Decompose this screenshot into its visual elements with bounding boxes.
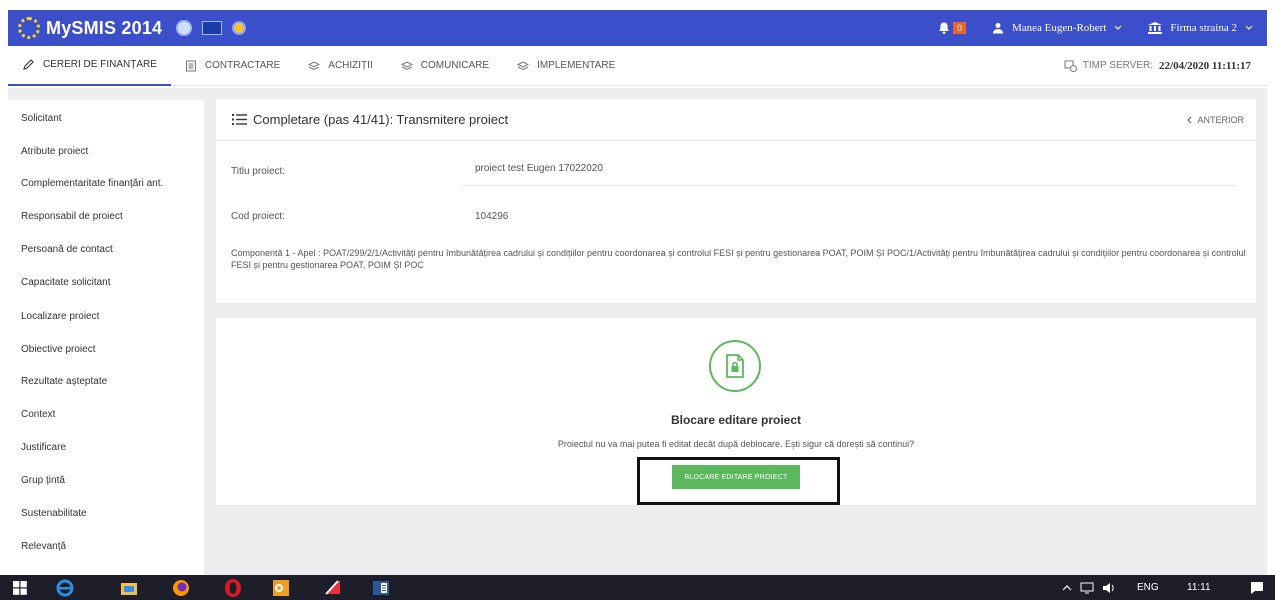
user-icon bbox=[993, 23, 1003, 34]
server-time-label: TIMP SERVER: bbox=[1082, 60, 1154, 71]
project-code-value: 104296 bbox=[475, 211, 509, 222]
server-time-value: 22/04/2020 11:11:17 bbox=[1159, 59, 1251, 72]
field-divider bbox=[462, 185, 1236, 186]
project-title-label: Titlu proiect: bbox=[231, 166, 286, 177]
windows-icon bbox=[13, 580, 27, 595]
app-icon bbox=[325, 579, 340, 595]
taskbar-ie[interactable] bbox=[52, 577, 78, 598]
taskbar-firefox[interactable] bbox=[168, 577, 194, 598]
sidebar-item-obiective[interactable]: Obiective proiect bbox=[21, 344, 95, 355]
tab-achizitii[interactable]: ACHIZIȚII bbox=[294, 46, 386, 86]
user-name: Manea Eugen-Robert bbox=[1012, 22, 1107, 34]
word-icon bbox=[373, 580, 389, 595]
taskbar-explorer[interactable] bbox=[116, 577, 142, 598]
lock-title: Blocare editare proiect bbox=[670, 413, 802, 427]
server-time: TIMP SERVER: 22/04/2020 11:11:17 bbox=[1064, 60, 1251, 72]
taskbar: ENG 11:11 bbox=[0, 575, 1275, 600]
opera-icon bbox=[225, 578, 241, 597]
bank-icon bbox=[1148, 22, 1163, 34]
sidebar: Solicitant Atribute proiect Complementar… bbox=[8, 100, 204, 575]
theme-icon[interactable] bbox=[232, 21, 247, 35]
project-title-value: proiect test Eugen 17022020 bbox=[475, 163, 603, 174]
start-button[interactable] bbox=[10, 577, 30, 598]
info-circle-icon[interactable] bbox=[176, 20, 193, 36]
screen: MySMIS 2014 0 Manea Eugen-Robert Firma s… bbox=[0, 0, 1275, 600]
tab-label: ACHIZIȚII bbox=[328, 60, 373, 71]
sidebar-item-justificare[interactable]: Justificare bbox=[21, 442, 66, 453]
previous-button[interactable]: ANTERIOR bbox=[1186, 115, 1244, 125]
sidebar-item-rezultate[interactable]: Rezultate așteptate bbox=[21, 376, 107, 387]
layers-icon bbox=[308, 60, 321, 70]
taskbar-opera[interactable] bbox=[220, 577, 246, 598]
notification-count-badge: 0 bbox=[952, 22, 966, 34]
highlight-box bbox=[637, 457, 840, 505]
component-description: Componentă 1 - Apel : POAT/299/2/1/Activ… bbox=[231, 248, 1246, 270]
sidebar-item-complementaritate[interactable]: Complementaritate finanțări ant. bbox=[21, 178, 163, 189]
main-navigation: CERERI DE FINANȚARE CONTRACTARE ACHIZIȚI… bbox=[8, 46, 1267, 86]
lock-description: Proiectul nu va mai putea fi editat decâ… bbox=[557, 439, 915, 449]
previous-label: ANTERIOR bbox=[1197, 114, 1244, 125]
sidebar-item-persoana-contact[interactable]: Persoană de contact bbox=[21, 244, 113, 255]
lock-file-icon bbox=[709, 340, 761, 392]
network-icon[interactable] bbox=[1080, 582, 1094, 594]
app-header: MySMIS 2014 0 Manea Eugen-Robert Firma s… bbox=[8, 10, 1267, 46]
pencil-icon bbox=[23, 59, 34, 70]
user-menu[interactable]: Manea Eugen-Robert bbox=[992, 22, 1122, 34]
sidebar-item-capacitate[interactable]: Capacitate solicitant bbox=[21, 277, 111, 288]
chevron-down-icon bbox=[1114, 25, 1122, 30]
sidebar-item-context[interactable]: Context bbox=[21, 409, 55, 420]
speaker-icon[interactable] bbox=[1102, 582, 1116, 594]
firm-selector[interactable]: Firma straina 2 bbox=[1148, 22, 1253, 34]
card-header: Completare (pas 41/41): Transmitere proi… bbox=[216, 99, 1256, 141]
eu-stars-icon bbox=[18, 17, 40, 39]
notification-center-button[interactable] bbox=[1247, 577, 1267, 598]
layers-icon bbox=[517, 60, 530, 70]
firefox-icon bbox=[173, 579, 189, 596]
app-title: MySMIS 2014 bbox=[46, 17, 163, 38]
tab-label: COMUNICARE bbox=[420, 60, 490, 71]
list-icon bbox=[232, 114, 247, 125]
tab-contractare[interactable]: CONTRACTARE bbox=[171, 46, 294, 86]
project-summary-card: Completare (pas 41/41): Transmitere proi… bbox=[216, 99, 1256, 303]
chevron-up-icon[interactable] bbox=[1062, 584, 1072, 592]
document-icon bbox=[185, 60, 196, 71]
firm-name: Firma straina 2 bbox=[1170, 22, 1237, 34]
system-tray bbox=[1062, 575, 1116, 600]
layers-icon bbox=[400, 60, 413, 70]
folder-icon bbox=[121, 582, 137, 595]
sidebar-item-atribute-proiect[interactable]: Atribute proiect bbox=[21, 146, 88, 157]
clock[interactable]: 11:11 bbox=[1187, 575, 1211, 600]
sidebar-item-sustenabilitate[interactable]: Sustenabilitate bbox=[21, 508, 87, 519]
chevron-down-icon bbox=[1245, 25, 1253, 30]
tab-implementare[interactable]: IMPLEMENTARE bbox=[503, 46, 629, 86]
app-logo[interactable]: MySMIS 2014 bbox=[18, 17, 162, 39]
ie-icon bbox=[56, 579, 74, 596]
sidebar-item-relevanta[interactable]: Relevanță bbox=[21, 541, 66, 552]
server-clock-icon bbox=[1064, 60, 1077, 72]
language-indicator[interactable]: ENG bbox=[1137, 575, 1159, 600]
project-code-label: Cod proiect: bbox=[231, 211, 285, 222]
taskbar-anydesk[interactable] bbox=[320, 577, 346, 598]
sidebar-item-grup-tinta[interactable]: Grup țintă bbox=[21, 475, 65, 486]
notification-icon bbox=[1251, 581, 1263, 594]
tab-cereri-de-finantare[interactable]: CERERI DE FINANȚARE bbox=[8, 46, 171, 86]
outlook-icon bbox=[273, 579, 289, 596]
taskbar-word[interactable] bbox=[368, 577, 394, 598]
notifications-button[interactable]: 0 bbox=[937, 21, 966, 35]
sidebar-item-solicitant[interactable]: Solicitant bbox=[21, 113, 62, 124]
tab-comunicare[interactable]: COMUNICARE bbox=[387, 46, 503, 86]
chevron-left-icon bbox=[1187, 116, 1192, 123]
tab-label: CONTRACTARE bbox=[204, 60, 281, 71]
sidebar-item-localizare[interactable]: Localizare proiect bbox=[21, 311, 99, 322]
taskbar-outlook[interactable] bbox=[268, 577, 294, 598]
tab-label: IMPLEMENTARE bbox=[537, 60, 616, 71]
tab-label: CERERI DE FINANȚARE bbox=[43, 59, 157, 70]
eu-flag-icon[interactable] bbox=[202, 21, 223, 35]
bell-icon bbox=[938, 22, 949, 35]
sidebar-item-responsabil[interactable]: Responsabil de proiect bbox=[21, 211, 123, 222]
page-title: Completare (pas 41/41): Transmitere proi… bbox=[253, 112, 509, 127]
